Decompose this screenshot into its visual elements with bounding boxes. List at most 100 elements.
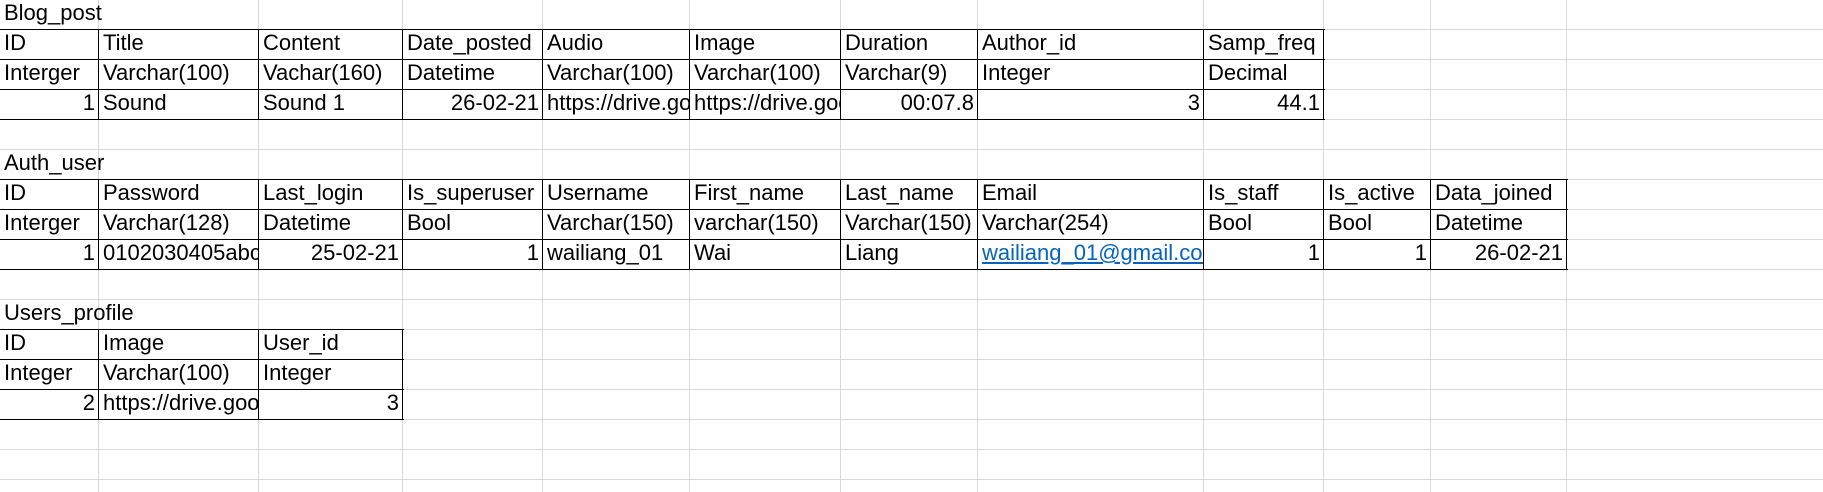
cell-border <box>977 179 978 270</box>
value-cell[interactable]: 44.1 <box>1204 86 1324 120</box>
header-cell[interactable]: Title <box>99 26 259 60</box>
value-cell[interactable]: 1 <box>0 86 99 120</box>
type-cell[interactable]: Integer <box>0 356 99 390</box>
cell-border <box>98 179 99 270</box>
value-cell[interactable]: 00:07.8 <box>841 86 978 120</box>
value-cell[interactable]: Wai <box>690 236 841 270</box>
header-cell[interactable]: Is_staff <box>1204 176 1324 210</box>
header-cell[interactable]: Duration <box>841 26 978 60</box>
header-cell[interactable]: User_id <box>259 326 403 360</box>
header-cell[interactable]: Is_active <box>1324 176 1431 210</box>
value-cell[interactable]: https://drive.google.com <box>690 86 841 120</box>
type-cell[interactable]: Interger <box>0 56 99 90</box>
type-cell[interactable]: varchar(150) <box>690 206 841 240</box>
header-cell[interactable]: Image <box>690 26 841 60</box>
header-cell[interactable]: Image <box>99 326 259 360</box>
header-cell[interactable]: Samp_freq <box>1204 26 1324 60</box>
type-cell[interactable]: Decimal <box>1204 56 1324 90</box>
header-cell[interactable]: Is_superuser <box>403 176 543 210</box>
value-cell[interactable]: 2 <box>0 386 99 420</box>
spreadsheet-grid[interactable]: Blog_post ID Title Content Date_posted Audio I… <box>0 0 1823 492</box>
header-cell[interactable]: Audio <box>543 26 690 60</box>
type-cell[interactable]: Integer <box>259 356 403 390</box>
cell-border <box>1323 29 1324 120</box>
type-cell[interactable]: Bool <box>403 206 543 240</box>
cell-border <box>542 179 543 270</box>
value-cell[interactable]: 3 <box>259 386 403 420</box>
header-cell[interactable]: Password <box>99 176 259 210</box>
value-cell[interactable]: 1 <box>1324 236 1431 270</box>
cell-border <box>402 29 403 120</box>
value-cell[interactable]: https://drive.google.com <box>99 386 259 420</box>
cell-border <box>258 179 259 270</box>
value-cell[interactable]: 25-02-21 <box>259 236 403 270</box>
type-cell[interactable]: Varchar(128) <box>99 206 259 240</box>
type-cell[interactable]: Varchar(254) <box>978 206 1204 240</box>
cell-border <box>98 329 99 420</box>
value-cell[interactable]: wailiang_01@gmail.com <box>978 236 1204 270</box>
gridline <box>0 149 1823 150</box>
header-cell[interactable]: ID <box>0 326 99 360</box>
gridline <box>0 449 1823 450</box>
value-cell[interactable]: Sound <box>99 86 259 120</box>
value-cell[interactable]: 1 <box>403 236 543 270</box>
type-cell[interactable]: Varchar(100) <box>99 56 259 90</box>
header-cell[interactable]: Author_id <box>978 26 1204 60</box>
cell-border <box>1203 179 1204 270</box>
type-cell[interactable]: Varchar(100) <box>99 356 259 390</box>
header-cell[interactable]: Date_posted <box>403 26 543 60</box>
type-cell[interactable]: Vachar(160) <box>259 56 403 90</box>
type-cell[interactable]: Varchar(100) <box>543 56 690 90</box>
header-cell[interactable]: Content <box>259 26 403 60</box>
cell-border <box>98 29 99 120</box>
cell-border <box>0 359 404 360</box>
cell-border <box>0 329 404 330</box>
cell-border <box>840 29 841 120</box>
cell-border <box>977 29 978 120</box>
cell-border <box>1430 179 1431 270</box>
type-cell[interactable]: Integer <box>978 56 1204 90</box>
gridline <box>0 299 1823 300</box>
header-cell[interactable]: Last_name <box>841 176 978 210</box>
type-cell[interactable]: Interger <box>0 206 99 240</box>
header-cell[interactable]: Data_joined <box>1431 176 1567 210</box>
value-cell[interactable]: 1 <box>0 236 99 270</box>
cell-border <box>1566 179 1567 270</box>
type-cell[interactable]: Datetime <box>403 56 543 90</box>
header-cell[interactable]: ID <box>0 26 99 60</box>
value-cell[interactable]: 26-02-21 <box>1431 236 1567 270</box>
cell-border <box>258 29 259 120</box>
type-cell[interactable]: Varchar(150) <box>841 206 978 240</box>
cell-border <box>402 329 403 420</box>
type-cell[interactable]: Bool <box>1324 206 1431 240</box>
header-cell[interactable]: Username <box>543 176 690 210</box>
value-cell[interactable]: Sound 1 <box>259 86 403 120</box>
value-cell[interactable]: 1 <box>1204 236 1324 270</box>
header-cell[interactable]: First_name <box>690 176 841 210</box>
type-cell[interactable]: Varchar(100) <box>690 56 841 90</box>
cell-border <box>1203 29 1204 120</box>
table-name[interactable]: Auth_user <box>0 146 104 180</box>
value-cell[interactable]: 0102030405abc <box>99 236 259 270</box>
table-name[interactable]: Users_profile <box>0 296 134 330</box>
type-cell[interactable]: Varchar(9) <box>841 56 978 90</box>
cell-border <box>840 179 841 270</box>
value-cell[interactable]: 26-02-21 <box>403 86 543 120</box>
header-cell[interactable]: Email <box>978 176 1204 210</box>
cell-border <box>0 29 1325 30</box>
cell-border <box>689 29 690 120</box>
value-cell[interactable]: 3 <box>978 86 1204 120</box>
type-cell[interactable]: Datetime <box>259 206 403 240</box>
cell-border <box>0 179 1568 180</box>
type-cell[interactable]: Varchar(150) <box>543 206 690 240</box>
cell-border <box>0 269 1568 270</box>
header-cell[interactable]: Last_login <box>259 176 403 210</box>
value-cell[interactable]: https://drive.google.com <box>543 86 690 120</box>
header-cell[interactable]: ID <box>0 176 99 210</box>
type-cell[interactable]: Bool <box>1204 206 1324 240</box>
value-cell[interactable]: wailiang_01 <box>543 236 690 270</box>
cell-border <box>0 89 1325 90</box>
type-cell[interactable]: Datetime <box>1431 206 1567 240</box>
value-cell[interactable]: Liang <box>841 236 978 270</box>
cell-border <box>0 419 404 420</box>
